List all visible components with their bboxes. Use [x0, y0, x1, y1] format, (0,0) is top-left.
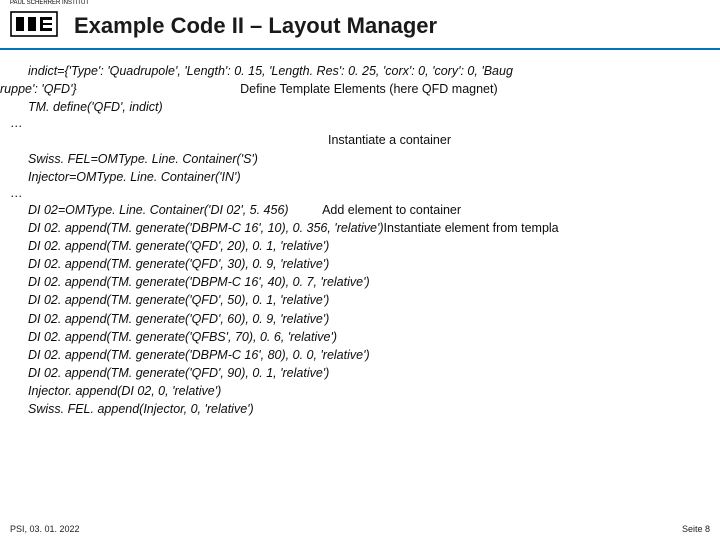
- code-fragment: DI 02. append(TM. generate('DBPM-C 16', …: [28, 221, 384, 235]
- annotation-text: Define Template Elements (here QFD magne…: [240, 82, 498, 96]
- code-line: DI 02. append(TM. generate('QFD', 60), 0…: [28, 310, 720, 328]
- annotation-text: Instantiate element from templa: [384, 221, 559, 235]
- code-line: Swiss. FEL. append(Injector, 0, 'relativ…: [28, 400, 720, 418]
- ellipsis: …: [10, 186, 720, 201]
- code-line: indict={'Type': 'Quadrupole', 'Length': …: [28, 62, 720, 80]
- code-line: ruppe': 'QFD'} Define Template Elements …: [0, 80, 720, 98]
- code-fragment: DI 02=OMType. Line. Container('DI 02', 5…: [28, 203, 289, 217]
- code-line: DI 02. append(TM. generate('DBPM-C 16', …: [28, 346, 720, 364]
- code-line: TM. define('QFD', indict): [28, 98, 720, 116]
- slide-body: indict={'Type': 'Quadrupole', 'Length': …: [0, 50, 720, 418]
- code-line: DI 02. append(TM. generate('DBPM-C 16', …: [28, 219, 720, 237]
- psi-logo: PAUL SCHERRER INSTITUT: [10, 10, 58, 42]
- code-line: DI 02=OMType. Line. Container('DI 02', 5…: [28, 201, 720, 219]
- code-line: Swiss. FEL=OMType. Line. Container('S'): [28, 150, 720, 168]
- slide-title: Example Code II – Layout Manager: [74, 13, 710, 39]
- code-line: Injector. append(DI 02, 0, 'relative'): [28, 382, 720, 400]
- footer-date: PSI, 03. 01. 2022: [10, 524, 80, 534]
- code-line: Injector=OMType. Line. Container('IN'): [28, 168, 720, 186]
- footer-page: Seite 8: [682, 524, 710, 534]
- code-line: Instantiate a container: [28, 131, 720, 149]
- code-line: DI 02. append(TM. generate('DBPM-C 16', …: [28, 273, 720, 291]
- code-line: DI 02. append(TM. generate('QFD', 20), 0…: [28, 237, 720, 255]
- code-line: DI 02. append(TM. generate('QFD', 30), 0…: [28, 255, 720, 273]
- code-line: DI 02. append(TM. generate('QFD', 50), 0…: [28, 291, 720, 309]
- psi-logo-label: PAUL SCHERRER INSTITUT: [10, 0, 89, 6]
- annotation-text: Add element to container: [322, 203, 461, 217]
- code-line: DI 02. append(TM. generate('QFD', 90), 0…: [28, 364, 720, 382]
- ellipsis: …: [10, 116, 720, 131]
- code-fragment: ruppe': 'QFD'}: [0, 82, 77, 96]
- slide-header: PAUL SCHERRER INSTITUT Example Code II –…: [0, 0, 720, 48]
- code-line: DI 02. append(TM. generate('QFBS', 70), …: [28, 328, 720, 346]
- annotation-text: Instantiate a container: [328, 133, 451, 147]
- psi-logo-icon: [10, 10, 58, 38]
